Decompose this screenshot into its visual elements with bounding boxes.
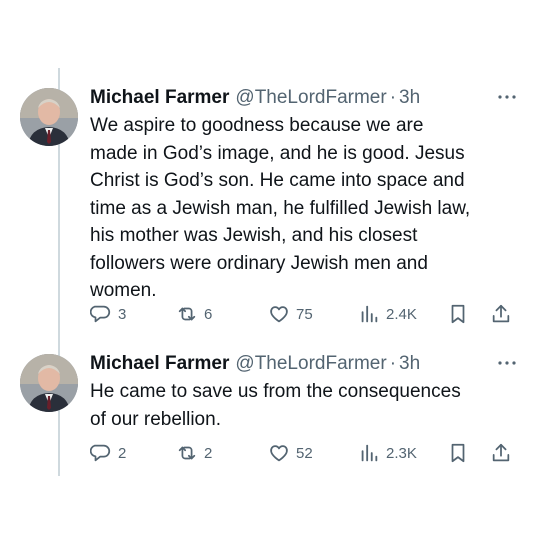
- reply-button[interactable]: 3: [89, 302, 127, 326]
- views-count: 2.3K: [386, 444, 417, 462]
- like-count: 52: [296, 444, 313, 462]
- action-bar: 3 6 75 2.4K: [89, 302, 518, 326]
- avatar-image: [20, 88, 78, 146]
- display-name[interactable]: Michael Farmer: [90, 352, 229, 376]
- display-name[interactable]: Michael Farmer: [90, 86, 229, 110]
- user-handle[interactable]: @TheLordFarmer: [235, 86, 386, 110]
- more-horizontal-icon[interactable]: [496, 356, 518, 370]
- analytics-bars-icon: [358, 442, 380, 464]
- views-button[interactable]: 2.4K: [358, 302, 417, 326]
- bookmark-icon: [447, 442, 469, 464]
- thread-card: Michael Farmer @TheLordFarmer · 3h We as…: [10, 68, 530, 476]
- repost-count: 2: [204, 444, 213, 462]
- repost-arrows-icon: [176, 442, 198, 464]
- repost-button[interactable]: 6: [176, 302, 212, 326]
- tweet-text: We aspire to goodness because we are mad…: [90, 115, 471, 301]
- timestamp[interactable]: 3h: [399, 352, 420, 376]
- bookmark-button[interactable]: [447, 441, 469, 465]
- user-handle[interactable]: @TheLordFarmer: [235, 352, 386, 376]
- reply-count: 3: [118, 305, 127, 323]
- reply-bubble-icon: [89, 442, 112, 464]
- heart-icon: [268, 442, 290, 464]
- share-upload-icon: [490, 303, 512, 325]
- avatar-image: [20, 354, 78, 412]
- share-button[interactable]: [490, 441, 512, 465]
- repost-button[interactable]: 2: [176, 441, 212, 465]
- views-count: 2.4K: [386, 305, 417, 323]
- bookmark-button[interactable]: [447, 302, 469, 326]
- tweet-text: He came to save us from the consequences…: [90, 381, 461, 430]
- more-horizontal-icon[interactable]: [496, 90, 518, 104]
- heart-icon: [268, 303, 290, 325]
- separator-dot: ·: [389, 353, 397, 374]
- separator-dot: ·: [389, 87, 397, 108]
- like-count: 75: [296, 305, 313, 323]
- like-button[interactable]: 52: [268, 441, 313, 465]
- tweet-header: Michael Farmer @TheLordFarmer · 3h: [90, 86, 518, 110]
- reply-count: 2: [118, 444, 127, 462]
- share-upload-icon: [490, 442, 512, 464]
- repost-count: 6: [204, 305, 213, 323]
- avatar[interactable]: [20, 88, 78, 146]
- avatar[interactable]: [20, 354, 78, 412]
- share-button[interactable]: [490, 302, 512, 326]
- tweet-header: Michael Farmer @TheLordFarmer · 3h: [90, 352, 518, 376]
- analytics-bars-icon: [358, 303, 380, 325]
- reply-bubble-icon: [89, 303, 112, 325]
- timestamp[interactable]: 3h: [399, 86, 420, 110]
- like-button[interactable]: 75: [268, 302, 313, 326]
- bookmark-icon: [447, 303, 469, 325]
- repost-arrows-icon: [176, 303, 198, 325]
- reply-button[interactable]: 2: [89, 441, 127, 465]
- action-bar: 2 2 52 2.3K: [89, 441, 518, 465]
- views-button[interactable]: 2.3K: [358, 441, 417, 465]
